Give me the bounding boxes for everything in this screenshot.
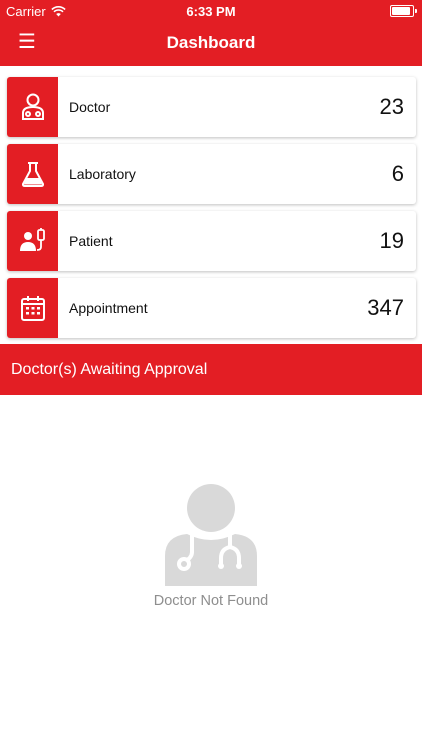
card-count: 347 bbox=[367, 295, 404, 320]
card-label: Patient bbox=[69, 233, 113, 249]
patient-icon bbox=[19, 228, 45, 251]
card-icon-box bbox=[7, 278, 58, 338]
flask-icon bbox=[21, 162, 44, 187]
card-icon-box bbox=[7, 77, 58, 137]
card-appointment[interactable]: Appointment 347 bbox=[7, 278, 416, 338]
card-count: 23 bbox=[379, 94, 404, 119]
stats-cards: Doctor 23 Laboratory 6 Patient 19 Appoin… bbox=[7, 77, 416, 345]
status-bar: Carrier 6:33 PM bbox=[0, 0, 422, 22]
card-label: Laboratory bbox=[69, 166, 136, 182]
page-title: Dashboard bbox=[166, 33, 256, 52]
status-time: 6:33 PM bbox=[186, 4, 236, 19]
card-label: Appointment bbox=[69, 300, 148, 316]
card-count: 6 bbox=[391, 161, 404, 186]
card-patient[interactable]: Patient 19 bbox=[7, 211, 416, 271]
calendar-icon bbox=[20, 296, 45, 321]
battery-icon bbox=[390, 5, 417, 17]
doctor-placeholder-icon bbox=[165, 484, 257, 586]
card-icon-box bbox=[7, 144, 58, 204]
card-count: 19 bbox=[379, 228, 404, 253]
approval-title: Doctor(s) Awaiting Approval bbox=[11, 361, 208, 378]
header: Carrier 6:33 PM ☰ Dashboard bbox=[0, 0, 422, 66]
card-label: Doctor bbox=[69, 99, 111, 115]
empty-state-message: Doctor Not Found bbox=[153, 593, 269, 609]
doctor-icon bbox=[21, 93, 44, 120]
card-laboratory[interactable]: Laboratory 6 bbox=[7, 144, 416, 204]
nav-bar: ☰ Dashboard bbox=[0, 22, 422, 66]
card-icon-box bbox=[7, 211, 58, 271]
card-doctor[interactable]: Doctor 23 bbox=[7, 77, 416, 137]
approval-section-header: Doctor(s) Awaiting Approval bbox=[0, 344, 422, 395]
